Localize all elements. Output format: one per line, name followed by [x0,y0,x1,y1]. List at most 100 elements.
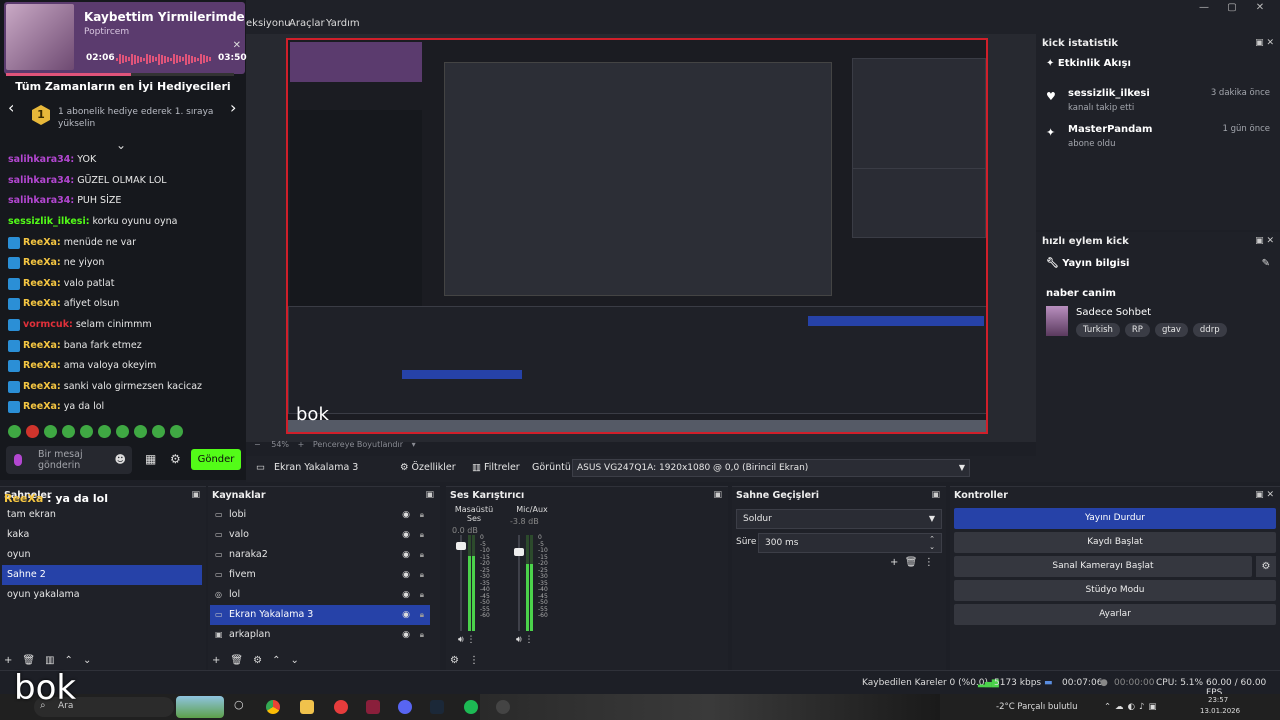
spotify-icon[interactable] [464,700,478,714]
fader-knob[interactable] [456,542,466,551]
chat-username[interactable]: ReeXa: [23,380,61,394]
volume-fader[interactable] [514,535,524,631]
close-icon[interactable]: ✕ [233,40,241,51]
source-item[interactable]: ▭ naraka2 ◉ 🔒︎ [210,545,430,565]
eye-icon[interactable]: ◉ [402,505,410,525]
close-icon[interactable]: ✕ [1250,2,1270,13]
lock-icon[interactable]: 🔒︎ [420,625,424,645]
emote-icon[interactable] [134,425,147,438]
eye-icon[interactable]: ◉ [402,525,410,545]
scene-item[interactable]: tam ekran [2,505,202,525]
emote-icon[interactable] [26,425,39,438]
dock-buttons[interactable]: ▣ ✕ [1255,38,1274,48]
mixer-footer[interactable]: ⚙ ⋮ [450,655,479,666]
steam-icon[interactable] [430,700,444,714]
chevron-right-icon[interactable]: › [230,98,236,117]
emote-icon[interactable] [116,425,129,438]
chat-username[interactable]: salihkara34: [8,174,74,188]
source-item[interactable]: ▭ fivem ◉ 🔒︎ [210,565,430,585]
chat-username[interactable]: ReeXa: [23,339,61,353]
emote-icon[interactable] [80,425,93,438]
gear-icon[interactable]: ⚙ [1256,556,1276,577]
emote-icon[interactable] [8,425,21,438]
chat-username[interactable]: ReeXa: [23,297,61,311]
display-select[interactable]: ASUS VG247Q1A: 1920x1080 @ 0,0 (Birincil… [572,459,970,477]
lock-icon[interactable]: 🔒︎ [420,565,424,585]
emoji-icon[interactable]: ☻ [115,453,126,466]
menu-tools[interactable]: Araçlar [289,18,325,29]
opera-icon[interactable] [334,700,348,714]
start-virtual-camera-button[interactable]: Sanal Kamerayı Başlat [954,556,1252,577]
chat-username[interactable]: salihkara34: [8,194,74,208]
menu-help[interactable]: Yardım [326,18,360,29]
maximize-icon[interactable]: ▢ [1222,2,1242,13]
studio-mode-button[interactable]: Stüdyo Modu [954,580,1276,601]
emote-icon[interactable] [170,425,183,438]
discord-icon[interactable] [398,700,412,714]
dock-undock-icon[interactable]: ▣ [425,490,434,500]
scene-item[interactable]: oyun yakalama [2,585,202,605]
zoom-out-button[interactable]: − [254,440,261,449]
zoom-in-button[interactable]: + [298,440,305,449]
stop-stream-button[interactable]: Yayını Durdur [954,508,1276,529]
weather[interactable]: -2°C Parçalı bulutlu [996,702,1078,712]
eye-icon[interactable]: ◉ [402,605,410,625]
emote-bar[interactable] [8,425,244,439]
source-item[interactable]: ▭ Ekran Yakalama 3 ◉ 🔒︎ [210,605,430,625]
lock-icon[interactable]: 🔒︎ [420,605,424,625]
dock-undock-icon[interactable]: ▣ [191,490,200,500]
app-icon[interactable] [366,700,380,714]
pencil-icon[interactable]: ✎ [1262,258,1270,269]
obs-icon[interactable] [496,700,510,714]
scenes-footer[interactable]: + 🗑︎ ▥ ⌃ ⌄ [4,655,91,666]
scene-item[interactable]: Sahne 2 [2,565,202,585]
emote-icon[interactable] [62,425,75,438]
clock-date[interactable]: 13.01.2026 [1200,707,1240,715]
emote-icon[interactable] [152,425,165,438]
clock-time[interactable]: 23:57 [1208,696,1228,704]
channel-buttons[interactable]: 🔊︎ ⋮ [516,635,534,645]
sources-footer[interactable]: + 🗑︎ ⚙ ⌃ ⌄ [212,655,299,666]
task-view-icon[interactable]: ○ [234,698,248,712]
chevron-left-icon[interactable]: ‹ [8,98,14,117]
chat-username[interactable]: ReeXa: [23,359,61,373]
lock-icon[interactable]: 🔒︎ [420,505,424,525]
source-item[interactable]: ▭ valo ◉ 🔒︎ [210,525,430,545]
chat-username[interactable]: ReeXa: [23,400,61,414]
dock-undock-icon[interactable]: ▣ ✕ [1255,490,1274,500]
chrome-icon[interactable] [266,700,280,714]
speaker-icon[interactable]: 🔊︎ [458,635,467,645]
chat-input[interactable]: Bir mesaj gönderin ☻ [6,446,132,474]
speaker-icon[interactable]: 🔊︎ [516,635,525,645]
send-button[interactable]: Gönder [191,449,241,470]
source-item[interactable]: ◎ lol ◉ 🔒︎ [210,585,430,605]
emote-icon[interactable] [98,425,111,438]
lock-icon[interactable]: 🔒︎ [420,545,424,565]
source-item[interactable]: ▭ lobi ◉ 🔒︎ [210,505,430,525]
folder-icon[interactable] [300,700,314,714]
mic-icon[interactable] [14,454,22,466]
fit-to-window[interactable]: Pencereye Boyutlandır [313,440,403,449]
eye-icon[interactable]: ◉ [402,545,410,565]
scene-item[interactable]: oyun [2,545,202,565]
program-preview[interactable]: bok [286,38,988,434]
chat-username[interactable]: sessizlik_ilkesi: [8,215,90,229]
lock-icon[interactable]: 🔒︎ [420,585,424,605]
gift-icon[interactable]: ▦ [145,452,156,466]
gear-icon[interactable]: ⚙ [170,452,181,466]
start-recording-button[interactable]: Kaydı Başlat [954,532,1276,553]
channel-buttons[interactable]: 🔊︎ ⋮ [458,635,476,645]
scene-item[interactable]: kaka [2,525,202,545]
widget-icon[interactable] [176,696,224,718]
tray-icons[interactable]: ⌃☁◐♪▣ [1104,702,1161,712]
chat-username[interactable]: ReeXa: [23,277,61,291]
fader-knob[interactable] [514,548,524,557]
source-item[interactable]: ▣ arkaplan ◉ 🔒︎ [210,625,430,645]
dock-buttons[interactable]: ▣ ✕ [1255,236,1274,246]
chat-username[interactable]: vormcuk: [23,318,73,332]
minimize-icon[interactable]: — [1194,2,1214,13]
filters-button[interactable]: ▥ Filtreler [472,462,520,473]
dock-undock-icon[interactable]: ▣ [713,490,722,500]
dock-undock-icon[interactable]: ▣ [931,490,940,500]
volume-fader[interactable] [456,535,466,631]
